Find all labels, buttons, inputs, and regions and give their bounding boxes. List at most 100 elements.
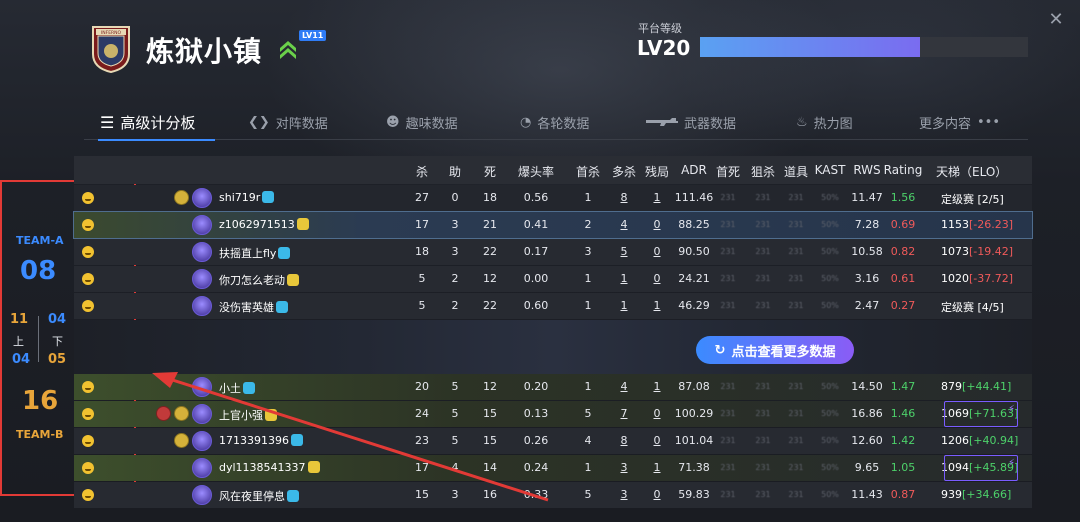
lightning-icon: ⚡	[1007, 404, 1015, 415]
level-progress-fill	[700, 37, 920, 57]
player-row[interactable]: 扶摇直上fly 18 3 22 0.17 3 5 0 90.50 231 231 231 50% 10.5…	[74, 239, 1032, 265]
dots-icon: •••	[977, 114, 1001, 130]
emotion-icon	[82, 246, 94, 258]
tab-advanced-scoreboard[interactable]: ☰ 高级计分板	[97, 104, 216, 141]
platform-level-label: 平台等级	[638, 22, 682, 35]
avatar[interactable]	[192, 431, 212, 451]
list-icon: ☰	[100, 112, 115, 132]
ladder-elo: 1020[-37.72]	[941, 272, 1014, 285]
refresh-icon: ↻	[714, 342, 726, 358]
ladder-elo: 1073[-19.42]	[941, 245, 1014, 258]
stat-rating: 1.42	[890, 434, 916, 447]
rifle-icon	[646, 118, 678, 126]
stat-hs: 0.33	[523, 488, 549, 501]
table-header: 杀助死爆头率 首杀 多杀 残局 ADR 首死 狙杀 道具 KAST RWS Rating 天梯（ELO…	[74, 156, 1032, 184]
emotion-icon	[82, 462, 94, 474]
avatar[interactable]	[192, 377, 212, 397]
stat-hs: 0.20	[523, 380, 549, 393]
stat-d: 21	[483, 218, 497, 231]
tab-label: 更多内容	[919, 116, 972, 132]
player-row[interactable]: 1713391396 23 5 15 0.26 4 8 0 101.04 231 231 231 50%…	[74, 428, 1032, 454]
player-name[interactable]: 1713391396	[219, 434, 303, 447]
team-b-first-half: 11	[10, 312, 29, 327]
stat-hs: 0.56	[523, 191, 549, 204]
column-header[interactable]: 天梯（ELO）	[936, 163, 1007, 180]
stat-hs: 0.26	[523, 434, 549, 447]
vip-icon	[291, 434, 303, 446]
lightning-icon: ⚡	[1007, 458, 1015, 469]
player-name[interactable]: 小土	[219, 380, 255, 396]
ladder-elo: 1206[+40.94]	[941, 434, 1019, 447]
column-header[interactable]: Rating	[881, 163, 925, 177]
stat-d: 15	[483, 434, 497, 447]
stat-hs: 0.41	[523, 218, 549, 231]
close-button[interactable]: ✕	[1046, 10, 1066, 30]
player-name[interactable]: 上官小强	[219, 407, 277, 423]
stat-hs: 0.24	[523, 461, 549, 474]
player-row[interactable]: shi719r 27 0 18 0.56 1 8 1 111.46 231 231 231 50% 11.…	[74, 185, 1032, 211]
player-row[interactable]: 没伤害英雄 5 2 22 0.60 1 1 1 46.29 231 231 231 50% 2.47 0.2…	[74, 293, 1032, 319]
player-row[interactable]: 小土 20 5 12 0.20 1 4 1 87.08 231 231 231 50% 14.50 1.47…	[74, 374, 1032, 400]
player-row[interactable]: z1062971513 17 3 21 0.41 2 4 0 88.25 231 231 231 50%…	[73, 211, 1033, 239]
stat-d: 12	[483, 272, 497, 285]
ladder-elo: 939[+34.66]	[941, 488, 1012, 501]
player-name[interactable]: z1062971513	[219, 218, 309, 231]
tab-weapon-data[interactable]: 武器数据	[646, 104, 736, 140]
player-row[interactable]: 你刀怎么老动 5 2 12 0.00 1 1 0 24.21 231 231 231 50% 3.16 0.…	[74, 266, 1032, 292]
player-name[interactable]: dyl1138541337	[219, 461, 320, 474]
stat-d: 22	[483, 299, 497, 312]
level-progress-bar	[700, 37, 1028, 57]
svg-text:INFERNO: INFERNO	[101, 30, 122, 36]
tab-more-content[interactable]: 更多内容 •••	[919, 104, 1000, 140]
tab-matchup-data[interactable]: ❮❯ 对阵数据	[248, 104, 328, 140]
avatar[interactable]	[192, 242, 212, 262]
player-row[interactable]: 风在夜里停息 15 3 16 0.33 5 3 0 59.83 231 231 231 50% 11.43…	[74, 482, 1032, 508]
scoreboard-table: 杀助死爆头率 首杀 多杀 残局 ADR 首死 狙杀 道具 KAST RWS Rating 天梯（ELO…	[73, 156, 1033, 522]
avatar[interactable]	[192, 215, 212, 235]
player-row[interactable]: 上官小强 24 5 15 0.13 5 7 0 100.29 231 231 231 50% 16.86 1…	[74, 401, 1032, 427]
team-b-score: 16	[22, 386, 59, 416]
medal-icon	[156, 406, 171, 421]
stat-d: 18	[483, 191, 497, 204]
emotion-icon	[82, 300, 94, 312]
player-name[interactable]: 你刀怎么老动	[219, 272, 299, 288]
avatar[interactable]	[192, 269, 212, 289]
stat-d: 14	[483, 461, 497, 474]
tab-label: 各轮数据	[537, 116, 590, 132]
view-more-data-button[interactable]: ↻ 点击查看更多数据	[696, 336, 854, 364]
avatar[interactable]	[192, 485, 212, 505]
vip-icon	[262, 191, 275, 203]
stat-d: 16	[483, 488, 497, 501]
avatar[interactable]	[192, 188, 212, 208]
avatar[interactable]	[192, 404, 212, 424]
avatar[interactable]	[192, 458, 212, 478]
inferno-logo: INFERNO	[92, 26, 130, 74]
vip-icon	[287, 274, 299, 286]
tab-round-data[interactable]: ◔ 各轮数据	[520, 104, 589, 140]
tab-label: 武器数据	[684, 116, 737, 132]
player-name[interactable]: 没伤害英雄	[219, 299, 288, 315]
stat-d: 15	[483, 407, 497, 420]
first-half-label: 上	[13, 335, 24, 348]
stat-rating: 1.47	[890, 380, 916, 393]
smile-icon: ☻	[386, 114, 400, 130]
tab-label: 热力图	[813, 116, 853, 132]
tab-fun-data[interactable]: ☻ 趣味数据	[386, 104, 458, 140]
team-b-second-half: 05	[48, 352, 67, 367]
vip-icon	[296, 218, 309, 230]
stat-rating: 0.87	[890, 488, 916, 501]
player-row[interactable]: dyl1138541337 17 4 14 0.24 1 3 1 71.38 231 231 231 5…	[74, 455, 1032, 481]
avatar[interactable]	[192, 296, 212, 316]
tab-heatmap[interactable]: ♨ 热力图	[796, 104, 853, 140]
column-header[interactable]: 爆头率	[514, 163, 558, 180]
platform-level-value: LV20	[637, 36, 691, 60]
stat-rating: 1.46	[890, 407, 916, 420]
player-name[interactable]: 风在夜里停息	[219, 488, 299, 504]
elo-boost-frame: ⚡	[944, 401, 1018, 427]
team-b-label: TEAM-B	[16, 428, 64, 441]
stat-rating: 0.82	[890, 245, 916, 258]
player-name[interactable]: shi719r	[219, 191, 275, 204]
player-name[interactable]: 扶摇直上fly	[219, 245, 291, 261]
versus-icon: ❮❯	[248, 114, 270, 130]
column-header[interactable]: 死	[468, 163, 512, 180]
